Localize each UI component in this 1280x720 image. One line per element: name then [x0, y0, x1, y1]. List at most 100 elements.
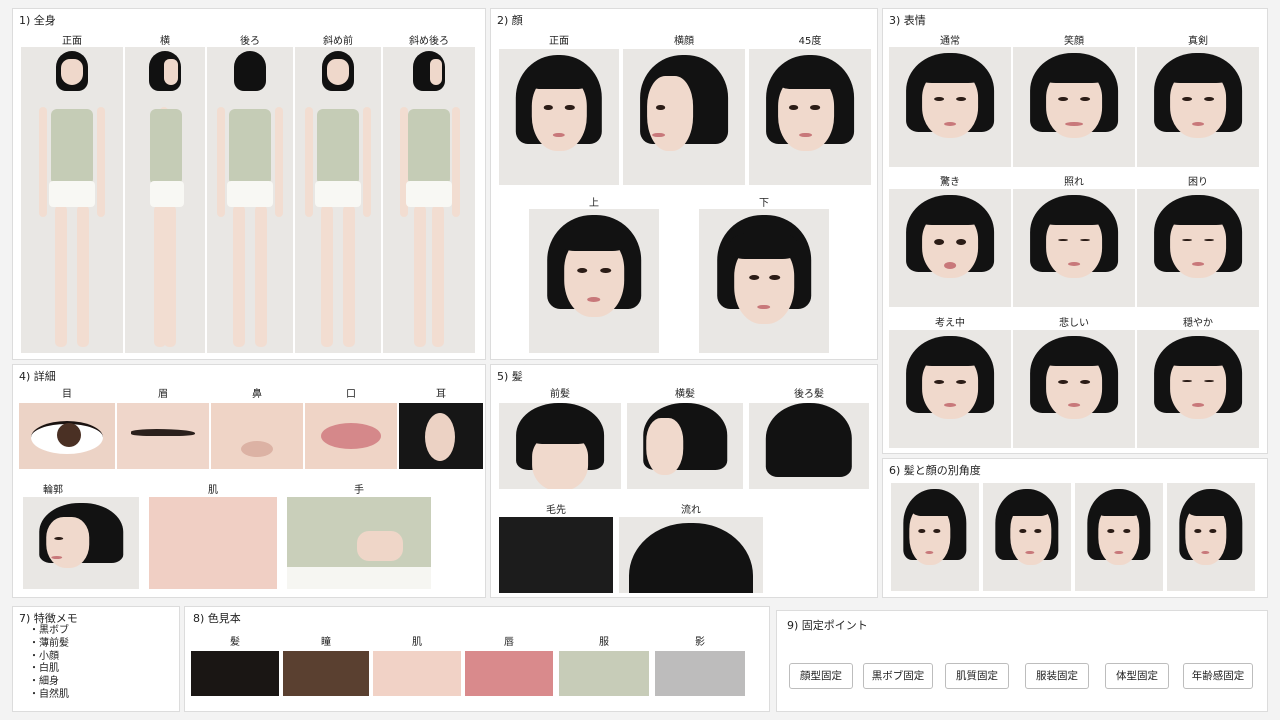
- memo-item: ・細身: [29, 676, 59, 688]
- face-front-image[interactable]: [499, 49, 619, 185]
- detail-label: 輪郭: [43, 485, 63, 496]
- full-body-front-image[interactable]: [21, 47, 123, 353]
- hair-label: 毛先: [546, 505, 566, 516]
- fix-body-type-button[interactable]: 体型固定: [1105, 663, 1169, 689]
- face-title: 2) 顔: [497, 14, 523, 27]
- lip-color-swatch[interactable]: [465, 651, 553, 696]
- expression-title: 3) 表情: [889, 14, 926, 27]
- angle-image[interactable]: [983, 483, 1071, 591]
- angle-image[interactable]: [891, 483, 979, 591]
- fix-black-bob-button[interactable]: 黒ボブ固定: [863, 663, 933, 689]
- detail-mouth-image[interactable]: [305, 403, 397, 469]
- memo-item: ・黒ボブ: [29, 625, 69, 636]
- swatch-label: 服: [599, 637, 609, 648]
- expression-smile-image[interactable]: [1013, 47, 1135, 167]
- face-down-image[interactable]: [699, 209, 829, 353]
- detail-contour-image[interactable]: [23, 497, 139, 589]
- face-45-degree-image[interactable]: [749, 49, 871, 185]
- hair-label: 流れ: [681, 505, 701, 516]
- swatch-label: 影: [695, 637, 705, 648]
- detail-panel: 4) 詳細 目 眉 鼻 口 耳 輪郭 肌 手: [12, 364, 486, 598]
- hair-face-angles-title: 6) 髪と顔の別角度: [889, 464, 981, 477]
- angle-image[interactable]: [1075, 483, 1163, 591]
- hair-flow-image[interactable]: [619, 517, 763, 593]
- full-body-side-image[interactable]: [125, 47, 205, 353]
- detail-eyebrow-image[interactable]: [117, 403, 209, 469]
- view-label: 正面: [62, 36, 82, 47]
- expression-thinking-image[interactable]: [889, 330, 1011, 448]
- fixed-points-title: 9) 固定ポイント: [787, 619, 868, 632]
- hair-color-swatch[interactable]: [191, 651, 279, 696]
- detail-nose-image[interactable]: [211, 403, 303, 469]
- hair-back-image[interactable]: [749, 403, 869, 489]
- eye-color-swatch[interactable]: [283, 651, 369, 696]
- fix-face-shape-button[interactable]: 顔型固定: [789, 663, 853, 689]
- detail-ear-image[interactable]: [399, 403, 483, 469]
- view-label: 横顔: [674, 36, 694, 47]
- swatch-label: 肌: [412, 637, 422, 648]
- expression-normal-image[interactable]: [889, 47, 1011, 167]
- view-label: 斜め後ろ: [409, 36, 449, 47]
- feature-memo-title: 7) 特徴メモ: [19, 612, 78, 625]
- clothes-color-swatch[interactable]: [559, 651, 649, 696]
- angle-image[interactable]: [1167, 483, 1255, 591]
- view-label: 下: [759, 198, 769, 209]
- feature-memo-list: ・黒ボブ ・薄前髪 ・小顔 ・白肌 ・細身 ・自然肌: [29, 625, 69, 702]
- expression-shy-image[interactable]: [1013, 189, 1135, 307]
- fixed-points-panel: 9) 固定ポイント 顔型固定 黒ボブ固定 肌質固定 服装固定 体型固定 年齢感固…: [776, 610, 1268, 712]
- skin-color-swatch[interactable]: [373, 651, 461, 696]
- expression-serious-image[interactable]: [1137, 47, 1259, 167]
- fix-skin-texture-button[interactable]: 肌質固定: [945, 663, 1009, 689]
- hair-bangs-image[interactable]: [499, 403, 621, 489]
- view-label: 後ろ: [240, 36, 260, 47]
- view-label: 正面: [549, 36, 569, 47]
- shadow-color-swatch[interactable]: [655, 651, 745, 696]
- expression-calm-image[interactable]: [1137, 330, 1259, 448]
- detail-label: 肌: [208, 485, 218, 496]
- expression-troubled-image[interactable]: [1137, 189, 1259, 307]
- expression-panel: 3) 表情 通常 笑顔 真剣 驚き 照れ 困り 考え中 悲しい 穏やか: [882, 8, 1268, 454]
- detail-skin-image[interactable]: [149, 497, 277, 589]
- view-label: 45度: [798, 36, 822, 47]
- detail-label: 口: [346, 389, 356, 400]
- detail-eye-image[interactable]: [19, 403, 115, 469]
- hair-face-angles-panel: 6) 髪と顔の別角度: [882, 458, 1268, 598]
- swatch-label: 瞳: [321, 637, 331, 648]
- expression-label: 悲しい: [1059, 318, 1089, 329]
- expression-label: 考え中: [935, 318, 965, 329]
- detail-label: 目: [62, 389, 72, 400]
- hair-panel: 5) 髪 前髪 横髪 後ろ髪 毛先 流れ: [490, 364, 878, 598]
- expression-label: 穏やか: [1183, 318, 1213, 329]
- hair-label: 横髪: [675, 389, 695, 400]
- expression-label: 通常: [940, 36, 960, 47]
- detail-hand-image[interactable]: [287, 497, 431, 589]
- detail-label: 手: [354, 485, 364, 496]
- feature-memo-panel: 7) 特徴メモ ・黒ボブ ・薄前髪 ・小顔 ・白肌 ・細身 ・自然肌: [12, 606, 180, 712]
- full-body-panel: 1) 全身 正面 横 後ろ 斜め前 斜め後ろ: [12, 8, 486, 360]
- hair-ends-image[interactable]: [499, 517, 613, 593]
- expression-sad-image[interactable]: [1013, 330, 1135, 448]
- full-body-front-angle-image[interactable]: [295, 47, 381, 353]
- memo-item: ・薄前髪: [29, 637, 69, 649]
- face-up-image[interactable]: [529, 209, 659, 353]
- full-body-back-angle-image[interactable]: [383, 47, 475, 353]
- hair-title: 5) 髪: [497, 370, 523, 383]
- memo-item: ・白肌: [29, 663, 59, 675]
- swatch-label: 髪: [230, 637, 240, 648]
- fix-outfit-button[interactable]: 服装固定: [1025, 663, 1089, 689]
- detail-label: 眉: [158, 389, 168, 400]
- full-body-back-image[interactable]: [207, 47, 293, 353]
- view-label: 横: [160, 36, 170, 47]
- color-sample-panel: 8) 色見本 髪 瞳 肌 唇 服 影: [184, 606, 770, 712]
- fix-age-impression-button[interactable]: 年齢感固定: [1183, 663, 1253, 689]
- face-profile-image[interactable]: [623, 49, 745, 185]
- swatch-label: 唇: [504, 637, 514, 648]
- detail-label: 耳: [436, 389, 446, 400]
- view-label: 上: [589, 198, 599, 209]
- expression-label: 真剣: [1188, 36, 1208, 47]
- hair-side-image[interactable]: [627, 403, 743, 489]
- face-panel: 2) 顔 正面 横顔 45度 上 下: [490, 8, 878, 360]
- expression-surprised-image[interactable]: [889, 189, 1011, 307]
- memo-item: ・自然肌: [29, 688, 69, 700]
- expression-label: 驚き: [940, 177, 960, 188]
